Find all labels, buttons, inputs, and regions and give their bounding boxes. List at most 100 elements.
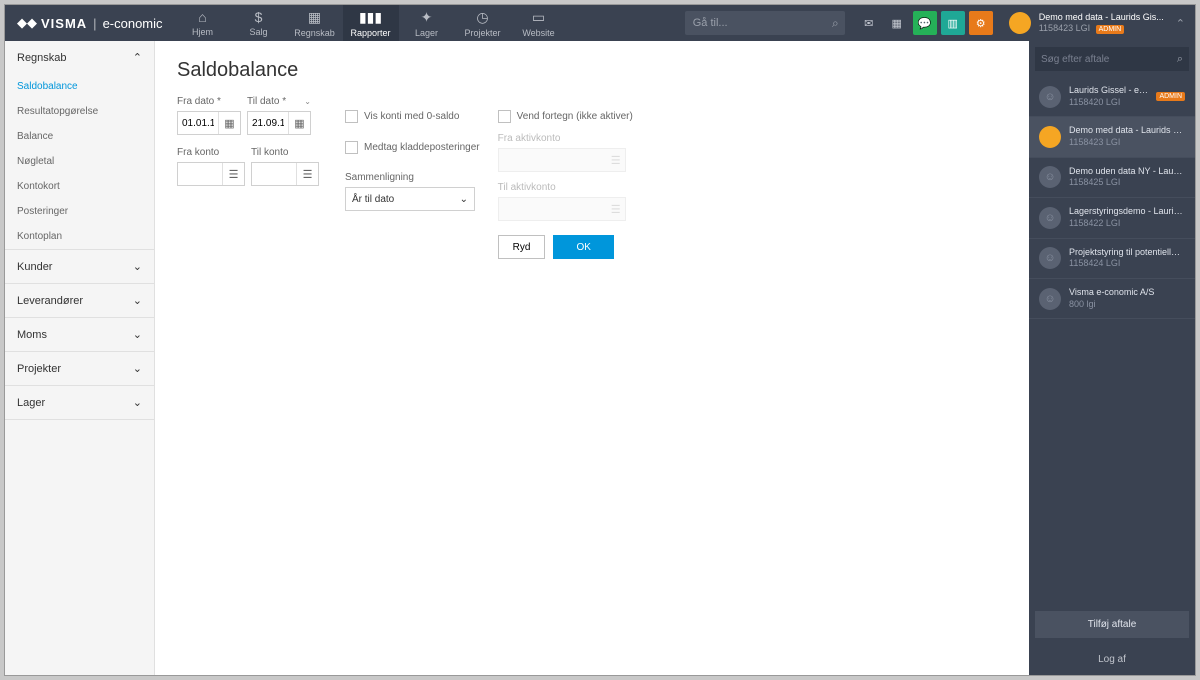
calendar-icon[interactable]: ▦ (288, 112, 310, 134)
sidebar-item-balance[interactable]: Balance (5, 124, 154, 149)
compare-select[interactable]: År til dato ⌄ (345, 187, 475, 211)
from-date-field[interactable]: ▦ (177, 111, 241, 135)
checkbox-icon (345, 141, 358, 154)
settings-icon[interactable]: ⚙ (969, 11, 993, 35)
list-icon: ☰ (611, 203, 621, 216)
chevron-down-icon: ⌄ (133, 328, 142, 341)
topnav-item-lager[interactable]: ✦Lager (399, 5, 455, 41)
global-search[interactable]: ⌕ (685, 11, 845, 35)
from-account-label: Fra konto (177, 147, 245, 158)
nav-icon: ◷ (476, 9, 488, 26)
checkbox-icon (498, 110, 511, 123)
add-agreement-button[interactable]: Tilføj aftale (1035, 611, 1189, 638)
sidebar-group-projekter[interactable]: Projekter⌄ (5, 352, 154, 385)
logo-brand: VISMA (41, 16, 87, 31)
agreement-panel: ⌕ ☺Laurids Gissel - e-conomic su...11584… (1029, 41, 1195, 675)
logo-product: e-conomic (103, 16, 163, 31)
list-icon: ☰ (611, 154, 621, 167)
nav-icon: $ (255, 9, 263, 25)
chevron-down-icon[interactable]: ⌄ (304, 97, 311, 106)
calendar-icon[interactable]: ▦ (218, 112, 240, 134)
main-content: Saldobalance Fra dato * ▦ (155, 41, 1029, 675)
agreement-name: Lagerstyringsdemo - Laurids ... (1069, 206, 1185, 218)
include-draft-checkbox[interactable]: Medtag kladdeposteringer (345, 141, 480, 154)
agreement-item[interactable]: ☺Projektstyring til potentielle ku...115… (1029, 239, 1195, 279)
help-icon[interactable]: ▥ (941, 11, 965, 35)
apps-icon[interactable]: ▦ (885, 11, 909, 35)
sidebar-group-leverandører[interactable]: Leverandører⌄ (5, 284, 154, 317)
show-zero-checkbox[interactable]: Vis konti med 0-saldo (345, 110, 480, 123)
nav-icon: ▭ (532, 9, 545, 26)
reverse-sign-checkbox[interactable]: Vend fortegn (ikke aktiver) (498, 110, 633, 123)
from-asset-field: ☰ (498, 148, 626, 172)
sidebar-item-posteringer[interactable]: Posteringer (5, 199, 154, 224)
agreement-item[interactable]: ☺Demo uden data NY - Laurids...1158425 L… (1029, 158, 1195, 198)
agreement-item[interactable]: ☺Visma e-conomic A/S800 lgi (1029, 279, 1195, 319)
clear-button[interactable]: Ryd (498, 235, 546, 259)
to-account-label: Til konto (251, 147, 319, 158)
agreement-name: Demo med data - Laurids Gis... (1069, 125, 1185, 137)
from-asset-label: Fra aktivkonto (498, 133, 633, 144)
chat-icon[interactable]: 💬 (913, 11, 937, 35)
sidebar-item-kontokort[interactable]: Kontokort (5, 174, 154, 199)
chevron-up-icon: ⌃ (1176, 17, 1185, 30)
nav-label: Rapporter (351, 28, 391, 38)
ok-button[interactable]: OK (553, 235, 613, 259)
agreement-name: Demo uden data NY - Laurids... (1069, 166, 1185, 178)
from-account-field[interactable]: ☰ (177, 162, 245, 186)
from-date-input[interactable] (178, 112, 218, 134)
agreement-search-input[interactable] (1035, 47, 1189, 71)
nav-label: Website (522, 28, 554, 38)
avatar: ☺ (1039, 288, 1061, 310)
sidebar-item-saldobalance[interactable]: Saldobalance (5, 74, 154, 99)
to-date-field[interactable]: ▦ (247, 111, 311, 135)
to-account-field[interactable]: ☰ (251, 162, 319, 186)
sidebar-item-kontoplan[interactable]: Kontoplan (5, 224, 154, 249)
checkbox-icon (345, 110, 358, 123)
nav-label: Lager (415, 28, 438, 38)
topnav-item-rapporter[interactable]: ▮▮▮Rapporter (343, 5, 399, 41)
logo[interactable]: ◆◆ VISMA | e-conomic (5, 15, 175, 31)
avatar: ☺ (1039, 207, 1061, 229)
sidebar: Regnskab⌃SaldobalanceResultatopgørelseBa… (5, 41, 155, 675)
chevron-up-icon: ⌃ (133, 51, 142, 64)
topnav-item-projekter[interactable]: ◷Projekter (455, 5, 511, 41)
topnav-item-website[interactable]: ▭ Website (511, 5, 567, 41)
logo-separator: | (93, 16, 96, 31)
agreement-sub: 800 lgi (1069, 299, 1185, 311)
list-icon[interactable]: ☰ (222, 163, 244, 185)
agreement-sub: 1158422 LGI (1069, 218, 1185, 230)
global-search-input[interactable] (685, 11, 845, 35)
topnav-item-hjem[interactable]: ⌂Hjem (175, 5, 231, 41)
agreement-item[interactable]: ☺ Lagerstyringsdemo - Laurids ...1158422 … (1029, 198, 1195, 238)
topnav-item-salg[interactable]: $Salg (231, 5, 287, 41)
topbar-actions: ✉ ▦ 💬 ▥ ⚙ (851, 11, 999, 35)
chevron-down-icon: ⌄ (460, 194, 468, 205)
sidebar-group-moms[interactable]: Moms⌄ (5, 318, 154, 351)
topnav-item-regnskab[interactable]: ▦Regnskab (287, 5, 343, 41)
nav-icon: ▦ (308, 9, 321, 26)
agreement-sub: 1158425 LGI (1069, 177, 1185, 189)
agreement-sub: 1158424 LGI (1069, 258, 1185, 270)
sidebar-group-lager[interactable]: Lager⌄ (5, 386, 154, 419)
agreement-sub: 1158423 LGI (1069, 137, 1185, 149)
to-date-input[interactable] (248, 112, 288, 134)
chevron-down-icon: ⌄ (133, 260, 142, 273)
sidebar-group-regnskab[interactable]: Regnskab⌃ (5, 41, 154, 74)
agreement-item[interactable]: ☺Laurids Gissel - e-conomic su...1158420… (1029, 77, 1195, 117)
agreement-name: Laurids Gissel - e-conomic su... (1069, 85, 1148, 97)
from-account-input[interactable] (178, 163, 222, 185)
agreement-item[interactable]: Demo med data - Laurids Gis...1158423 LG… (1029, 117, 1195, 157)
admin-badge: ADMIN (1096, 25, 1125, 34)
compare-label: Sammenligning (345, 172, 480, 183)
to-account-input[interactable] (252, 163, 296, 185)
sidebar-item-resultatopgørelse[interactable]: Resultatopgørelse (5, 99, 154, 124)
sidebar-group-kunder[interactable]: Kunder⌄ (5, 250, 154, 283)
page-title: Saldobalance (177, 59, 1007, 82)
logout-button[interactable]: Log af (1029, 644, 1195, 675)
account-switcher[interactable]: Demo med data - Laurids Gis... 1158423 L… (999, 12, 1195, 34)
sidebar-item-nøgletal[interactable]: Nøgletal (5, 149, 154, 174)
list-icon[interactable]: ☰ (296, 163, 318, 185)
inbox-icon[interactable]: ✉ (857, 11, 881, 35)
top-navigation: ⌂Hjem$Salg▦Regnskab▮▮▮Rapporter✦Lager◷Pr… (175, 5, 567, 41)
